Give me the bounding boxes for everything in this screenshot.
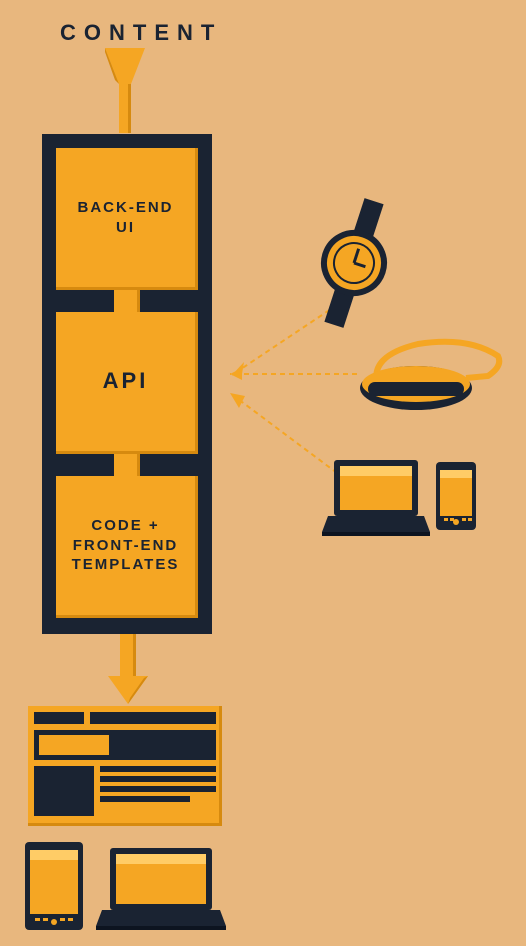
backend-ui-box: BACK-END UI [56, 148, 198, 290]
connector-icon [114, 454, 140, 476]
vr-headset-icon [358, 336, 508, 416]
laptop-icon [96, 846, 226, 930]
webpage-icon [28, 706, 222, 826]
smartwatch-icon [314, 198, 394, 328]
frontend-label: CODE + FRONT-END TEMPLATES [64, 516, 188, 575]
down-arrow-icon [108, 634, 148, 704]
frontend-box: CODE + FRONT-END TEMPLATES [56, 476, 198, 618]
tablet-icon [25, 842, 83, 930]
backend-ui-label: BACK-END UI [70, 198, 182, 237]
funnel-icon [105, 48, 145, 133]
architecture-stack: BACK-END UI API CODE + FRONT-END TEMPLAT… [42, 134, 212, 634]
api-box: API [56, 312, 198, 454]
laptop-icon [322, 458, 430, 536]
connector-icon [114, 290, 140, 312]
smartphone-icon [436, 462, 476, 530]
page-title: CONTENT [60, 20, 222, 46]
api-label: API [95, 367, 157, 396]
